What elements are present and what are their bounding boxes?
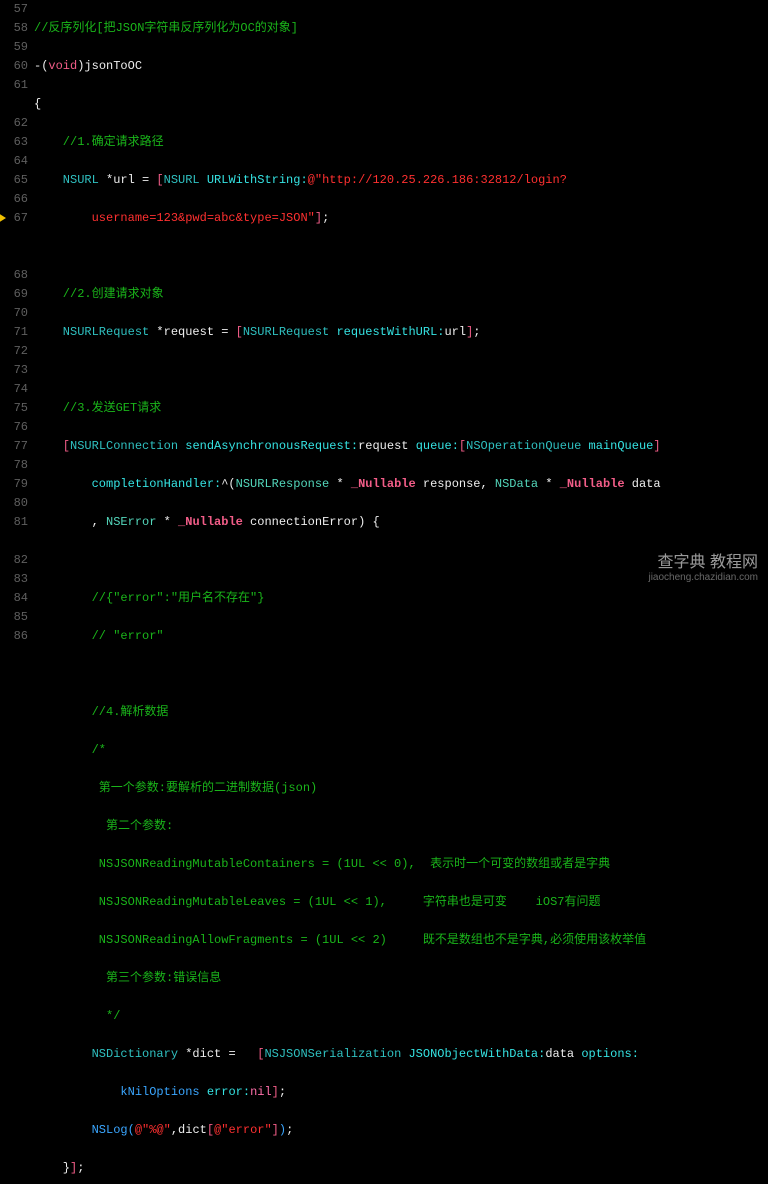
code-line: NSURLRequest *request = [NSURLRequest re… (34, 323, 768, 342)
code-line: NSJSONReadingMutableLeaves = (1UL << 1),… (34, 893, 768, 912)
code-line: NSDictionary *dict = [NSJSONSerializatio… (34, 1045, 768, 1064)
line-number: 79 (0, 475, 28, 494)
code-line: completionHandler:^(NSURLResponse * _Nul… (34, 475, 768, 494)
line-number: 73 (0, 361, 28, 380)
code-line: /* (34, 741, 768, 760)
line-number: 60 (0, 57, 28, 76)
line-number (0, 247, 28, 266)
line-number: 57 (0, 0, 28, 19)
line-number: 64 (0, 152, 28, 171)
line-number: 62 (0, 114, 28, 133)
line-number (0, 228, 28, 247)
code-line: -(void)jsonToOC (34, 57, 768, 76)
code-line: [NSURLConnection sendAsynchronousRequest… (34, 437, 768, 456)
code-line: //反序列化[把JSON字符串反序列化为OC的对象] (34, 19, 768, 38)
code-line (34, 361, 768, 380)
line-number: 83 (0, 570, 28, 589)
line-number: 66 (0, 190, 28, 209)
code-line (34, 665, 768, 684)
line-number (0, 532, 28, 551)
code-line: NSLog(@"%@",dict[@"error"]); (34, 1121, 768, 1140)
code-line: NSJSONReadingMutableContainers = (1UL <<… (34, 855, 768, 874)
line-number: 59 (0, 38, 28, 57)
line-number: 58 (0, 19, 28, 38)
line-number (0, 95, 28, 114)
line-number: 85 (0, 608, 28, 627)
code-line: username=123&pwd=abc&type=JSON"]; (34, 209, 768, 228)
code-line: //1.确定请求路径 (34, 133, 768, 152)
code-line: kNilOptions error:nil]; (34, 1083, 768, 1102)
code-line: 第一个参数:要解析的二进制数据(json) (34, 779, 768, 798)
code-line (34, 551, 768, 570)
line-number: 72 (0, 342, 28, 361)
line-number-gutter: 5758596061 626364656667 6869707172737475… (0, 0, 34, 592)
line-number: 67 (0, 209, 28, 228)
line-number: 80 (0, 494, 28, 513)
code-line: //2.创建请求对象 (34, 285, 768, 304)
line-number: 78 (0, 456, 28, 475)
code-editor[interactable]: 5758596061 626364656667 6869707172737475… (0, 0, 768, 592)
code-area[interactable]: //反序列化[把JSON字符串反序列化为OC的对象] -(void)jsonTo… (34, 0, 768, 592)
line-number: 61 (0, 76, 28, 95)
code-line: // "error" (34, 627, 768, 646)
line-number: 74 (0, 380, 28, 399)
line-number: 82 (0, 551, 28, 570)
line-number: 77 (0, 437, 28, 456)
line-number: 69 (0, 285, 28, 304)
code-line: NSJSONReadingAllowFragments = (1UL << 2)… (34, 931, 768, 950)
code-line: }]; (34, 1159, 768, 1178)
line-number: 81 (0, 513, 28, 532)
code-line (34, 247, 768, 266)
code-line: 第二个参数: (34, 817, 768, 836)
code-line: */ (34, 1007, 768, 1026)
line-number: 71 (0, 323, 28, 342)
line-number: 76 (0, 418, 28, 437)
line-number: 70 (0, 304, 28, 323)
line-number: 68 (0, 266, 28, 285)
code-line: NSURL *url = [NSURL URLWithString:@"http… (34, 171, 768, 190)
code-line: , NSError * _Nullable connectionError) { (34, 513, 768, 532)
line-number: 63 (0, 133, 28, 152)
code-line: 第三个参数:错误信息 (34, 969, 768, 988)
comment: //反序列化[把JSON字符串反序列化为OC的对象] (34, 21, 298, 35)
code-line: //3.发送GET请求 (34, 399, 768, 418)
line-number: 65 (0, 171, 28, 190)
code-line: { (34, 95, 768, 114)
line-number: 75 (0, 399, 28, 418)
line-number: 86 (0, 627, 28, 646)
code-line: //4.解析数据 (34, 703, 768, 722)
